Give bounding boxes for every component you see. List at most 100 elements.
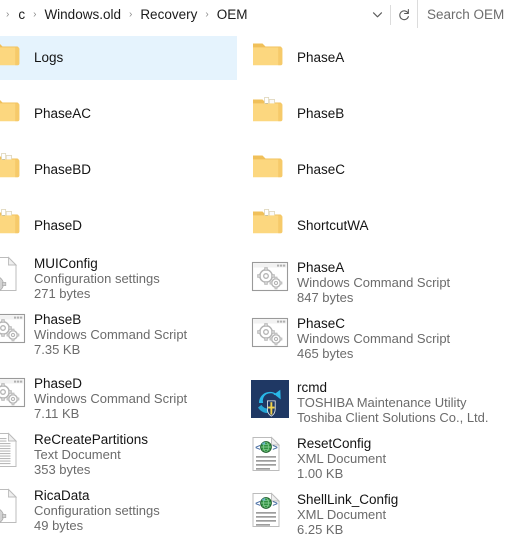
item-icon [0,148,32,192]
item-icon [0,432,32,476]
item-icon [0,256,32,300]
item-labels: PhaseB [295,92,505,136]
titlebar-dots-icon [14,316,23,319]
breadcrumb[interactable]: › c › Windows.old › Recovery › OEM [0,0,250,29]
item-type: XML Document [297,506,387,522]
item-labels: ResetConfig XML Document 1.00 KB [295,436,505,481]
item-name: rcmd [297,379,327,395]
file-icon-windows-command-script [251,317,289,348]
item-labels: PhaseBD [32,148,237,192]
file-icon-windows-command-script [0,377,26,408]
file-item[interactable]: < > ShellLink_Config XML Document 6.25 KB [247,492,505,537]
item-name: PhaseD [34,218,83,233]
item-size: Toshiba Client Solutions Co., Ltd. [297,409,489,425]
file-item[interactable]: PhaseA Windows Command Script 847 bytes [247,260,505,305]
item-size: 465 bytes [297,345,354,361]
item-icon [0,376,32,420]
svg-text:<: < [255,443,260,453]
folder-item[interactable]: Logs [0,36,237,80]
breadcrumb-separator-icon: › [205,9,209,20]
file-icon-windows-command-script [0,313,26,344]
breadcrumb-item-recovery[interactable]: Recovery [137,0,200,29]
svg-text:>: > [273,499,278,509]
item-labels: PhaseD [32,204,237,248]
item-type: Windows Command Script [297,330,451,346]
item-labels: rcmd TOSHIBA Maintenance Utility Toshiba C… [295,380,505,425]
file-item[interactable]: rcmd TOSHIBA Maintenance Utility Toshiba C… [247,380,505,425]
item-type: Windows Command Script [297,274,451,290]
file-list[interactable]: Logs PhaseA PhaseAC PhaseB PhaseBD Phase [0,29,505,538]
file-item[interactable]: PhaseC Windows Command Script 465 bytes [247,315,505,361]
folder-item[interactable]: PhaseD [0,204,237,248]
item-name: PhaseD [34,375,83,391]
item-name: PhaseC [297,162,346,177]
file-icon-xml-document: < > [252,436,281,471]
item-labels: Logs [32,36,237,80]
breadcrumb-item-oem[interactable]: OEM [214,0,251,29]
folder-icon-empty [0,44,20,66]
item-icon: < > [251,436,295,480]
breadcrumb-item-c[interactable]: c [15,0,28,29]
file-item[interactable]: MUIConfig Configuration settings 271 bytes [0,256,237,301]
search-input[interactable]: Search OEM [417,0,505,29]
globe-icon [260,441,272,453]
item-name: PhaseC [297,315,346,331]
folder-item[interactable]: PhaseA [247,36,505,80]
chevron-down-icon [372,12,382,18]
item-size: 6.25 KB [297,521,344,537]
folder-item[interactable]: PhaseAC [0,92,237,136]
file-item[interactable]: RicaData Configuration settings 49 bytes [0,487,237,533]
item-labels: ShellLink_Config XML Document 6.25 KB [295,492,505,537]
item-size: 271 bytes [34,285,91,301]
item-size: 353 bytes [34,461,91,477]
item-icon [251,92,295,136]
item-name: PhaseA [297,50,345,65]
item-type: Configuration settings [34,270,160,286]
file-item[interactable]: ReCreatePartitions Text Document 353 bytes [0,432,237,477]
item-size: 1.00 KB [297,465,344,481]
folder-item[interactable]: PhaseBD [0,148,237,192]
address-history-dropdown-button[interactable] [364,0,390,29]
file-icon-text-document [0,432,18,467]
folder-item[interactable]: ShortcutWA [247,204,505,248]
item-icon [0,488,32,532]
folder-item[interactable]: PhaseC [247,148,505,192]
item-icon [251,260,295,304]
globe-icon [260,497,272,509]
svg-text:>: > [273,443,278,453]
breadcrumb-separator-icon: › [33,9,37,20]
item-labels: ReCreatePartitions Text Document 353 bytes [32,432,237,477]
item-size: 7.11 KB [34,405,80,421]
item-labels: PhaseA Windows Command Script 847 bytes [295,260,505,305]
address-bar[interactable]: › c › Windows.old › Recovery › OEM Searc… [0,0,505,29]
breadcrumb-item-windows-old[interactable]: Windows.old [41,0,124,29]
item-labels: MUIConfig Configuration settings 271 bytes [32,256,237,301]
item-type: Text Document [34,446,121,462]
item-icon [0,204,32,248]
item-labels: PhaseC [295,148,505,192]
svg-text:<: < [255,499,260,509]
item-icon [251,148,295,192]
folder-icon-empty [253,155,283,178]
item-name: ShellLink_Config [297,491,399,507]
breadcrumb-separator-icon: › [128,9,133,20]
folder-icon-full [253,97,283,122]
item-type: Windows Command Script [34,390,188,406]
titlebar-dots-icon [14,380,23,383]
item-labels: PhaseB Windows Command Script 7.35 KB [32,312,237,357]
refresh-button[interactable] [391,0,417,29]
file-item[interactable]: PhaseD Windows Command Script 7.11 KB [0,376,237,421]
item-labels: ShortcutWA [295,204,505,248]
folder-icon-full [0,209,20,234]
folder-item[interactable]: PhaseB [247,92,505,136]
item-name: PhaseA [297,259,345,275]
item-labels: PhaseAC [32,92,237,136]
item-labels: PhaseD Windows Command Script 7.11 KB [32,376,237,421]
item-type: TOSHIBA Maintenance Utility [297,394,467,410]
titlebar-dots-icon [277,264,286,267]
item-name: RicaData [34,487,90,503]
titlebar-dots-icon [277,320,286,323]
item-labels: PhaseA [295,36,505,80]
file-item[interactable]: PhaseB Windows Command Script 7.35 KB [0,312,237,357]
file-item[interactable]: < > ResetConfig XML Document 1.00 KB [247,436,505,481]
